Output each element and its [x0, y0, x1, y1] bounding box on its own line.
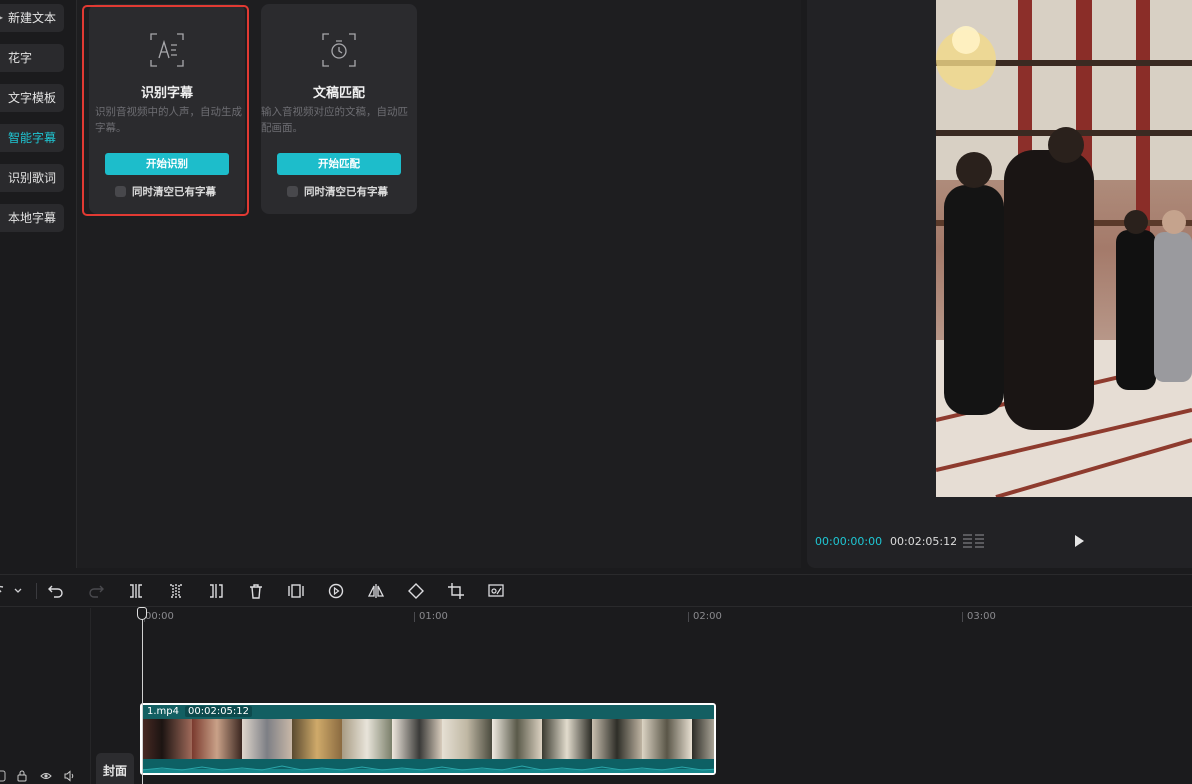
sidebar-item-label: 识别歌词: [8, 171, 57, 185]
clip-header: 1.mp4 00:02:05:12: [142, 705, 714, 719]
sidebar-item-label: 智能字幕: [8, 131, 57, 145]
sidebar-item-local-subtitles[interactable]: 本地字幕: [0, 204, 64, 232]
clear-existing-subtitles-option[interactable]: 同时清空已有字幕: [115, 184, 216, 198]
sidebar-item-text-template[interactable]: 文字模板: [0, 84, 64, 112]
clear-existing-subtitles-option[interactable]: 同时清空已有字幕: [287, 184, 388, 198]
clip-thumbnail: [692, 719, 714, 761]
ruler-label: 03:00: [967, 611, 996, 622]
clip-duration: 00:02:05:12: [185, 706, 253, 717]
time-ruler: 00:00 01:00 02:00 03:00: [91, 608, 1192, 626]
clear-subtitles-checkbox[interactable]: [287, 185, 298, 197]
cover-button[interactable]: 封面: [96, 753, 134, 784]
sidebar-item-label: 文字模板: [8, 91, 57, 105]
playhead-line: [142, 617, 143, 784]
recognize-subtitles-card: 识别字幕 识别音视频中的人声，自动生成字幕。 开始识别 同时清空已有字幕: [89, 4, 245, 214]
clip-thumbnail: [392, 719, 442, 761]
clip-thumbnail: [542, 719, 592, 761]
lock-icon[interactable]: [16, 767, 28, 782]
timeline: 封面 00:00 01:00 02:00 03:00 1.mp4 00:02:05…: [0, 574, 1192, 784]
clip-thumbnail: [342, 719, 392, 761]
ruler-label: 00:00: [145, 611, 174, 622]
sidebar-item-smart-subtitles[interactable]: 智能字幕: [0, 124, 64, 152]
eye-icon[interactable]: [40, 767, 52, 779]
clear-subtitles-checkbox[interactable]: [115, 185, 126, 197]
toolbar-divider: [36, 583, 37, 599]
clip-thumbnail: [192, 719, 242, 761]
track-box-icon[interactable]: [0, 767, 6, 782]
delete-icon[interactable]: [247, 582, 265, 600]
ruler-major-tick: [688, 612, 689, 622]
smart-cutout-icon[interactable]: [487, 582, 505, 600]
start-match-button[interactable]: 开始匹配: [277, 153, 401, 175]
sidebar-item-fancy-text[interactable]: 花字: [0, 44, 64, 72]
undo-icon[interactable]: [47, 582, 65, 600]
card-title: 文稿匹配: [312, 86, 365, 101]
reverse-play-icon[interactable]: [327, 582, 345, 600]
sidebar-item-label: 新建文本: [8, 11, 57, 25]
checkbox-label: 同时清空已有字幕: [304, 185, 388, 198]
timecode-grid-icon[interactable]: [963, 533, 985, 549]
clip-filename: 1.mp4: [147, 706, 179, 717]
rotate-icon[interactable]: [407, 582, 425, 600]
video-editor: ▸ 新建文本 花字 文字模板 智能字幕 识别歌词 本地字幕 识别字幕 识别音视频…: [0, 0, 1192, 784]
text-panel: ▸ 新建文本 花字 文字模板 智能字幕 识别歌词 本地字幕 识别字幕 识别音视频…: [0, 0, 801, 568]
script-match-icon: [319, 30, 359, 70]
clip-thumbnail: [142, 719, 192, 761]
split-icon[interactable]: [127, 582, 145, 600]
text-sidebar: ▸ 新建文本 花字 文字模板 智能字幕 识别歌词 本地字幕: [0, 0, 77, 568]
clip-thumbnail: [242, 719, 292, 761]
mirror-icon[interactable]: [367, 582, 385, 600]
chevron-down-icon[interactable]: [12, 582, 30, 600]
playhead-handle[interactable]: [137, 607, 147, 620]
trim-right-icon[interactable]: [207, 582, 225, 600]
volume-icon[interactable]: [64, 767, 76, 782]
clip-thumbnail: [292, 719, 342, 761]
ruler-major-tick: [414, 612, 415, 622]
start-recognize-button[interactable]: 开始识别: [105, 153, 229, 175]
current-time: 00:00:00:00: [815, 535, 883, 548]
sidebar-item-new-text[interactable]: ▸ 新建文本: [0, 4, 64, 32]
checkbox-label: 同时清空已有字幕: [132, 185, 216, 198]
clip-thumbnail: [592, 719, 642, 761]
redo-icon: [87, 582, 105, 600]
clip-thumbnail: [642, 719, 692, 761]
ruler-major-tick: [962, 612, 963, 622]
timeline-toolbar: [0, 575, 1192, 607]
sidebar-item-recognize-lyrics[interactable]: 识别歌词: [0, 164, 64, 192]
preview-panel: 00:00:00:00 00:02:05:12: [807, 0, 1192, 568]
sidebar-item-label: 本地字幕: [8, 211, 57, 225]
ruler-label: 02:00: [693, 611, 722, 622]
play-icon[interactable]: [1071, 533, 1087, 549]
freeze-frame-icon[interactable]: [287, 582, 305, 600]
select-tool-icon[interactable]: [0, 582, 12, 600]
chevron-right-icon: ▸: [0, 13, 4, 22]
card-title: 识别字幕: [140, 86, 193, 101]
card-description: 识别音视频中的人声，自动生成字幕。: [95, 106, 242, 134]
track-header: 封面: [0, 608, 134, 784]
crop-icon[interactable]: [447, 582, 465, 600]
trim-left-icon[interactable]: [167, 582, 185, 600]
card-description: 输入音视频对应的文稿，自动匹配画面。: [261, 106, 408, 134]
script-match-card: 文稿匹配 输入音视频对应的文稿，自动匹配画面。 开始匹配 同时清空已有字幕: [261, 4, 417, 214]
video-clip[interactable]: 1.mp4 00:02:05:12: [140, 703, 716, 775]
clip-thumbnails: [142, 719, 714, 761]
clip-thumbnail: [442, 719, 492, 761]
total-time: 00:02:05:12: [890, 535, 958, 548]
clip-thumbnail: [492, 719, 542, 761]
sidebar-item-label: 花字: [8, 51, 33, 65]
audio-waveform: [142, 759, 714, 773]
subtitle-recognize-icon: [147, 30, 187, 70]
video-preview-frame: [936, 0, 1192, 497]
ruler-label: 01:00: [419, 611, 448, 622]
